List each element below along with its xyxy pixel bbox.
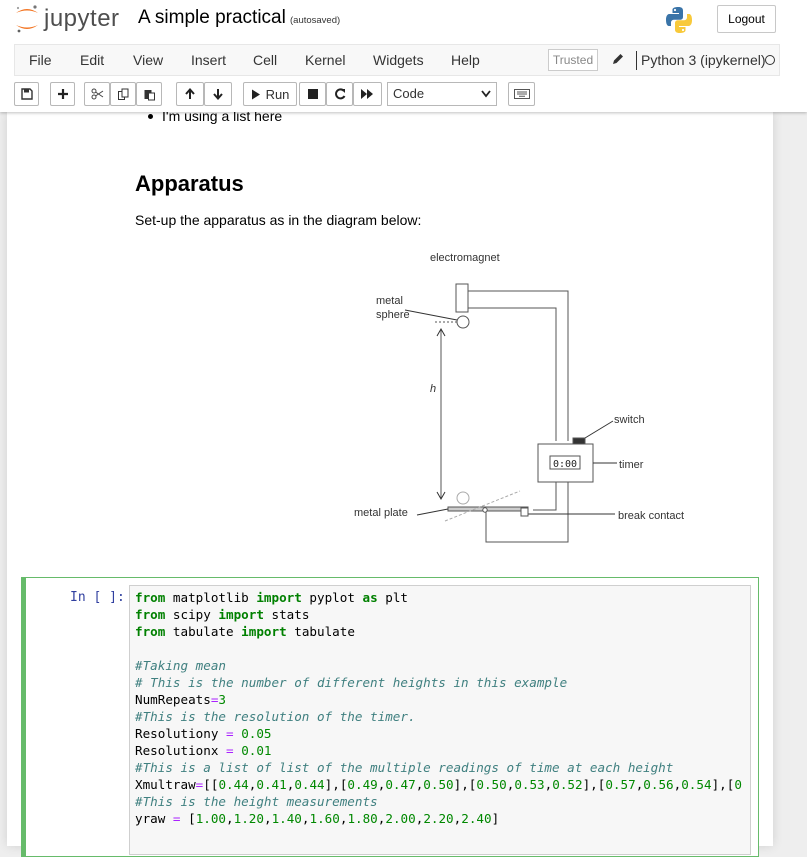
code-line: # This is the number of different height… bbox=[135, 675, 568, 690]
code-line: #This is a list of list of the multiple … bbox=[135, 760, 674, 775]
run-button[interactable]: Run bbox=[243, 82, 297, 106]
jupyter-logo[interactable]: jupyter bbox=[14, 4, 120, 34]
arrow-down-icon bbox=[213, 89, 223, 100]
restart-icon bbox=[334, 88, 345, 100]
wire-inner bbox=[468, 307, 557, 441]
code-line: #This is the height measurements bbox=[135, 794, 378, 809]
menu-file[interactable]: File bbox=[29, 52, 52, 68]
menu-view[interactable]: View bbox=[133, 52, 163, 68]
restart-kernel-button[interactable] bbox=[326, 82, 353, 106]
code-line: Resolutiony = 0.05 bbox=[135, 726, 272, 741]
label-metal-plate: metal plate bbox=[354, 507, 408, 519]
metal-plate bbox=[447, 506, 529, 512]
menu-edit[interactable]: Edit bbox=[80, 52, 104, 68]
paste-icon bbox=[144, 89, 155, 100]
code-line: #This is the resolution of the timer. bbox=[135, 709, 416, 724]
kernel-name[interactable]: Python 3 (ipykernel) bbox=[636, 51, 766, 70]
input-prompt: In [ ]: bbox=[70, 590, 125, 605]
label-switch: switch bbox=[614, 414, 645, 426]
stop-icon bbox=[307, 89, 318, 99]
logout-button[interactable]: Logout bbox=[717, 5, 776, 33]
code-line: yraw = [1.00,1.20,1.40,1.60,1.80,2.00,2.… bbox=[135, 811, 500, 826]
keyboard-icon bbox=[513, 89, 530, 99]
code-editor[interactable]: from matplotlib import pyplot as plt fro… bbox=[129, 585, 751, 855]
menu-kernel[interactable]: Kernel bbox=[305, 52, 345, 68]
move-down-button[interactable] bbox=[204, 82, 232, 106]
switch-button bbox=[572, 437, 586, 445]
fast-forward-icon bbox=[361, 89, 373, 99]
code-line: NumRepeats=3 bbox=[135, 692, 227, 707]
notebook-header: jupyter A simple practical (autosaved) L… bbox=[0, 0, 807, 112]
chevron-down-icon bbox=[481, 90, 491, 98]
cell-type-value: Code bbox=[393, 86, 425, 101]
notebook-title[interactable]: A simple practical bbox=[138, 7, 286, 29]
insert-cell-button[interactable] bbox=[50, 82, 75, 106]
jupyter-logo-icon bbox=[16, 5, 38, 33]
restart-run-all-button[interactable] bbox=[353, 82, 382, 106]
trusted-indicator[interactable]: Trusted bbox=[548, 49, 598, 71]
markdown-paragraph: Set-up the apparatus as in the diagram b… bbox=[135, 212, 422, 228]
python-logo-icon bbox=[666, 7, 692, 33]
menu-insert[interactable]: Insert bbox=[191, 52, 226, 68]
copy-button[interactable] bbox=[110, 82, 136, 106]
markdown-heading: Apparatus bbox=[135, 171, 244, 196]
paste-button[interactable] bbox=[136, 82, 162, 106]
electromagnet bbox=[455, 283, 469, 313]
label-break-contact: break contact bbox=[618, 510, 684, 522]
menu-help[interactable]: Help bbox=[451, 52, 480, 68]
label-height: h bbox=[430, 383, 436, 395]
save-icon bbox=[20, 88, 33, 100]
jupyter-logo-text: jupyter bbox=[44, 5, 120, 32]
code-line: #Taking mean bbox=[135, 658, 226, 673]
apparatus-diagram: electromagnet metal sphere h switch time… bbox=[354, 252, 684, 543]
code-line: from scipy import stats bbox=[135, 607, 310, 622]
code-line: Xmultraw=[[0.44,0.41,0.44],[0.49,0.47,0.… bbox=[135, 777, 742, 792]
move-up-button[interactable] bbox=[176, 82, 204, 106]
copy-icon bbox=[117, 88, 128, 100]
play-icon bbox=[251, 89, 260, 99]
timer-display-text: 0:00 bbox=[553, 459, 577, 470]
list-bullet bbox=[148, 114, 153, 119]
menubar: File Edit View Insert Cell Kernel Widget… bbox=[14, 44, 780, 76]
label-timer: timer bbox=[619, 459, 644, 471]
cell-type-select[interactable]: Code bbox=[387, 82, 497, 106]
interrupt-kernel-button[interactable] bbox=[299, 82, 326, 106]
cut-icon bbox=[91, 88, 103, 100]
autosave-status: (autosaved) bbox=[290, 15, 341, 26]
wire-outer bbox=[468, 290, 569, 441]
label-metal-sphere-2: sphere bbox=[376, 309, 410, 321]
plus-icon bbox=[57, 89, 68, 99]
save-button[interactable] bbox=[14, 82, 39, 106]
kernel-idle-indicator bbox=[765, 55, 775, 65]
menu-cell[interactable]: Cell bbox=[253, 52, 277, 68]
run-button-label: Run bbox=[265, 86, 290, 102]
metal-sphere bbox=[456, 315, 470, 329]
arrow-up-icon bbox=[185, 88, 195, 99]
code-line: from matplotlib import pyplot as plt bbox=[135, 590, 409, 605]
code-line: from tabulate import tabulate bbox=[135, 624, 355, 639]
code-line: Resolutionx = 0.01 bbox=[135, 743, 272, 758]
cut-button[interactable] bbox=[84, 82, 110, 106]
label-electromagnet: electromagnet bbox=[430, 252, 500, 264]
command-palette-button[interactable] bbox=[508, 82, 535, 106]
menu-widgets[interactable]: Widgets bbox=[373, 52, 424, 68]
label-metal-sphere-1: metal bbox=[376, 295, 403, 307]
pencil-icon[interactable] bbox=[611, 52, 625, 66]
